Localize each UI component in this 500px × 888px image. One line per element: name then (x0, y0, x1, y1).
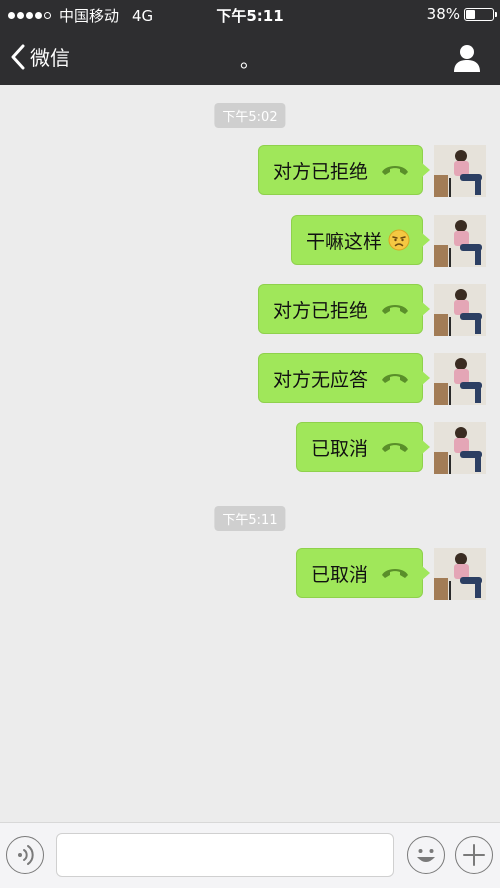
avatar[interactable] (434, 145, 486, 197)
timestamp: 下午5:11 (214, 506, 286, 531)
phone-icon (382, 443, 408, 452)
avatar[interactable] (434, 548, 486, 600)
message-text: 对方已拒绝 (272, 160, 368, 183)
phone-icon (382, 305, 408, 314)
user-photo (434, 215, 486, 267)
message-text: 已取消 (310, 563, 368, 586)
message-row: 对方已拒绝 (12, 145, 486, 197)
person-icon[interactable] (452, 43, 482, 73)
phone-icon (382, 569, 408, 578)
text-message-bubble[interactable]: 干嘛这样 (290, 215, 431, 265)
call-message-bubble[interactable]: 对方无应答 (257, 353, 431, 403)
avatar[interactable] (434, 422, 486, 474)
avatar[interactable] (434, 284, 486, 336)
call-message-bubble[interactable]: 对方已拒绝 (257, 284, 431, 334)
message-row: 对方已拒绝 (12, 284, 486, 336)
user-photo (434, 145, 486, 197)
user-photo (434, 548, 486, 600)
avatar[interactable] (434, 215, 486, 267)
chat-title: 。 (240, 48, 260, 72)
message-text: 对方已拒绝 (272, 299, 368, 322)
call-message-bubble[interactable]: 对方已拒绝 (257, 145, 431, 195)
user-photo (434, 284, 486, 336)
message-text: 干嘛这样 (305, 230, 382, 253)
status-right: 38% (426, 5, 497, 23)
call-message-bubble[interactable]: 已取消 (295, 548, 431, 598)
message-row: 对方无应答 (12, 353, 486, 405)
user-photo (434, 422, 486, 474)
sad-face-emoji-icon (388, 229, 410, 251)
voice-icon (18, 845, 34, 865)
status-bar: 中国移动 4G 下午5:11 38% (0, 0, 500, 30)
status-time: 下午5:11 (216, 7, 284, 25)
call-message-bubble[interactable]: 已取消 (295, 422, 431, 472)
more-button[interactable] (455, 836, 493, 874)
smiley-face-icon (417, 849, 435, 862)
battery-percent: 38% (426, 5, 460, 23)
plus-icon (463, 844, 485, 866)
phone-icon (382, 374, 408, 383)
voice-button[interactable] (6, 836, 44, 874)
message-row: 已取消 (12, 548, 486, 600)
phone-icon (382, 166, 408, 175)
battery-icon (464, 7, 497, 21)
user-photo (434, 353, 486, 405)
emoji-button[interactable] (407, 836, 445, 874)
message-row: 干嘛这样 (12, 215, 486, 267)
avatar[interactable] (434, 353, 486, 405)
message-text: 已取消 (310, 437, 368, 460)
message-text: 对方无应答 (272, 368, 368, 391)
timestamp: 下午5:02 (214, 103, 286, 128)
input-bar (0, 822, 500, 888)
message-input[interactable] (56, 833, 394, 877)
chat-area[interactable]: 下午5:02 对方已拒绝 干嘛这样 对方已拒绝 对方无应答 已取消 下午5:11… (0, 85, 500, 822)
message-row: 已取消 (12, 422, 486, 474)
nav-bar: 微信 。 (0, 30, 500, 85)
